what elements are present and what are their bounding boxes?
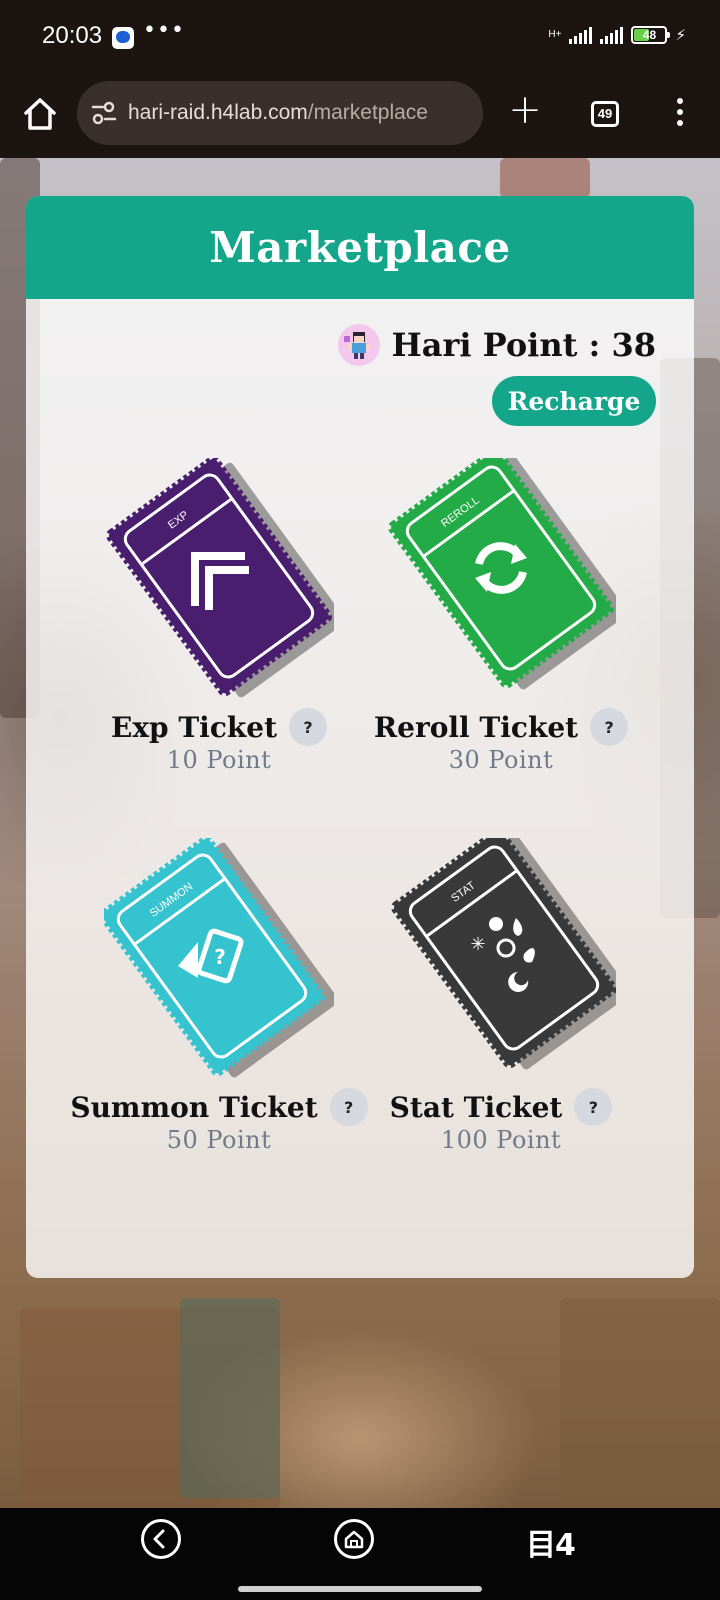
battery-icon: 48 (631, 26, 671, 44)
sparkle-glyph: ✳ (470, 934, 485, 955)
exp-ticket-price: 10 Point (166, 746, 272, 774)
stat-ticket-help-button[interactable]: ? (574, 1088, 613, 1126)
status-bar: 20:03 ••• H+ 48 ⚡ (0, 0, 720, 78)
recharge-button[interactable]: Recharge (492, 376, 656, 426)
marketplace-card: Marketplace Hari Point : 38 Recharge EXP… (26, 196, 694, 1278)
reroll-ticket-price: 30 Point (448, 746, 554, 774)
points-display: Hari Point : 38 (337, 324, 657, 366)
system-nav-bar: 目4 (0, 1508, 720, 1600)
back-button[interactable] (141, 1519, 181, 1559)
home-icon (24, 98, 56, 130)
site-settings-icon[interactable] (91, 101, 117, 125)
charging-icon: ⚡ (675, 26, 686, 44)
reroll-ticket-icon[interactable]: REROLL (386, 458, 616, 708)
exp-ticket-name: Exp Ticket (110, 710, 278, 744)
signal-icon (569, 26, 593, 44)
reroll-ticket-item[interactable]: REROLL Reroll Ticket ? 30 Point (351, 458, 651, 774)
tab-switcher-button[interactable]: 49 (591, 101, 619, 127)
pixel-character-icon (343, 332, 370, 359)
summon-ticket-item[interactable]: SUMMON ? Summon Ticket ? 50 Point (69, 838, 369, 1154)
exp-ticket-icon[interactable]: EXP (104, 458, 334, 708)
browser-menu-button[interactable] (670, 98, 690, 128)
avatar (337, 324, 380, 366)
stat-ticket-item[interactable]: STAT ✳ Stat Ticket ? 100 Point (351, 838, 651, 1154)
home-nav-icon (344, 1530, 364, 1549)
address-bar[interactable]: hari-raid.h4lab.com/marketplace (77, 81, 483, 145)
browser-toolbar: hari-raid.h4lab.com/marketplace + 49 (0, 78, 720, 158)
exp-ticket-name-row: Exp Ticket ? (69, 708, 369, 746)
messages-app-icon (112, 27, 134, 49)
gesture-handle[interactable] (238, 1586, 482, 1592)
exp-ticket-help-button[interactable]: ? (289, 708, 328, 746)
stat-ticket-name: Stat Ticket (389, 1090, 563, 1124)
summon-ticket-price: 50 Point (166, 1126, 272, 1154)
url-text[interactable]: hari-raid.h4lab.com/marketplace (128, 101, 428, 125)
reroll-ticket-help-button[interactable]: ? (590, 708, 629, 746)
recents-brand-button[interactable]: 目4 (526, 1520, 576, 1564)
url-path: /marketplace (307, 101, 428, 124)
status-more-icon: ••• (143, 18, 185, 43)
summon-ticket-icon[interactable]: SUMMON ? (104, 838, 334, 1088)
battery-level: 48 (642, 28, 657, 42)
status-time: 20:03 (42, 22, 103, 49)
summon-ticket-name-row: Summon Ticket ? (69, 1088, 369, 1126)
home-button[interactable] (334, 1519, 374, 1559)
signal-icon-2 (600, 26, 624, 44)
stat-ticket-icon[interactable]: STAT ✳ (386, 838, 616, 1088)
reroll-ticket-name: Reroll Ticket (373, 710, 579, 744)
summon-ticket-name: Summon Ticket (70, 1090, 318, 1124)
network-type: H+ (548, 29, 562, 40)
url-host: hari-raid.h4lab.com (128, 101, 308, 124)
stat-ticket-price: 100 Point (440, 1126, 562, 1154)
hari-point-balance: Hari Point : 38 (391, 326, 657, 364)
reroll-ticket-name-row: Reroll Ticket ? (351, 708, 651, 746)
page-title: Marketplace (209, 223, 511, 272)
summon-question-glyph: ? (214, 945, 226, 969)
new-tab-button[interactable]: + (507, 90, 543, 130)
stat-ticket-name-row: Stat Ticket ? (351, 1088, 651, 1126)
back-icon (153, 1529, 165, 1549)
exp-ticket-item[interactable]: EXP Exp Ticket ? 10 Point (69, 458, 369, 774)
card-header: Marketplace (26, 196, 694, 299)
browser-home-button[interactable] (20, 94, 60, 134)
status-indicators: H+ 48 ⚡ (548, 26, 686, 44)
